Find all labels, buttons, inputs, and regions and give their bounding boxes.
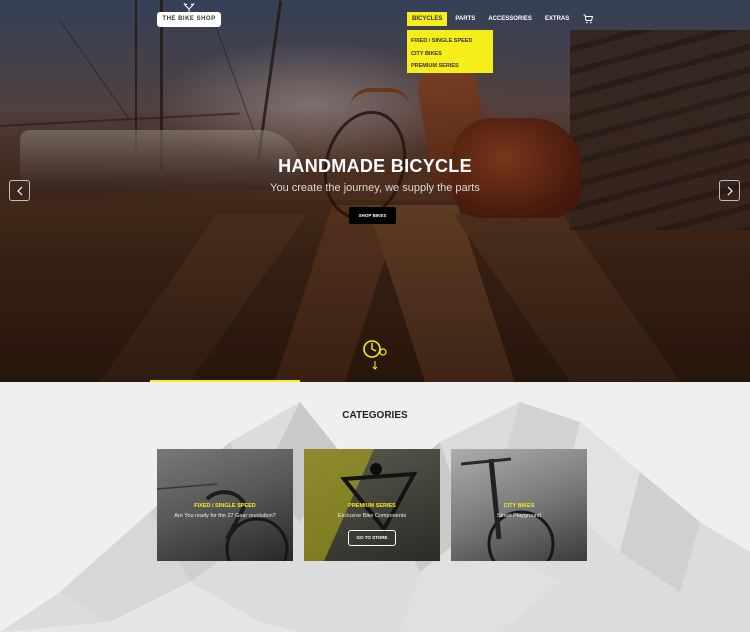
- card-text: Exclusive Bike Components: [337, 513, 407, 519]
- slider-prev-button[interactable]: [9, 180, 30, 201]
- card-title: FIXED / SINGLE SPEED: [194, 503, 256, 509]
- cart-icon[interactable]: [583, 14, 594, 24]
- categories-title: CATEGORIES: [342, 410, 408, 421]
- hero-title: HANDMADE BICYCLE: [278, 156, 472, 176]
- hero-banner: THE BIKE SHOP BICYCLES PARTS ACCESSORIES…: [0, 0, 750, 382]
- slider-next-button[interactable]: [719, 180, 740, 201]
- scroll-down-icon[interactable]: [362, 339, 388, 371]
- nav-item-bicycles[interactable]: BICYCLES: [407, 12, 448, 26]
- category-card-fixed-single-speed[interactable]: FIXED / SINGLE SPEED Are You ready for t…: [157, 449, 293, 561]
- bicycles-dropdown: FIXED / SINGLE SPEED CITY BIKES PREMIUM …: [407, 30, 493, 73]
- category-card-premium-series[interactable]: PREMIUM SERIES Exclusive Bike Components…: [304, 449, 440, 561]
- dropdown-item-fixed-single-speed[interactable]: FIXED / SINGLE SPEED: [411, 35, 489, 48]
- hero-subtitle: You create the journey, we supply the pa…: [270, 182, 480, 194]
- go-to-store-button[interactable]: GO TO STORE: [348, 530, 396, 546]
- nav-item-accessories[interactable]: ACCESSORIES: [483, 12, 537, 26]
- nav-item-parts[interactable]: PARTS: [450, 12, 480, 26]
- nav-item-extras[interactable]: EXTRAS: [540, 12, 574, 26]
- card-text: Are You ready for the 27 Gear revolution…: [174, 513, 276, 519]
- category-card-city-bikes[interactable]: CITY BIKES Street Playground: [451, 449, 587, 561]
- chevron-left-icon: [16, 186, 22, 195]
- site-logo[interactable]: THE BIKE SHOP: [157, 12, 221, 27]
- dropdown-item-city-bikes[interactable]: CITY BIKES: [411, 48, 489, 61]
- categories-section: CATEGORIES FIXED / SINGLE SPEED Are You …: [0, 382, 750, 632]
- card-title: PREMIUM SERIES: [348, 503, 396, 509]
- card-title: CITY BIKES: [503, 503, 535, 509]
- shop-bikes-button[interactable]: SHOP BIKES: [349, 207, 396, 224]
- chevron-right-icon: [727, 186, 733, 195]
- main-nav: BICYCLES PARTS ACCESSORIES EXTRAS: [407, 12, 594, 26]
- card-text: Street Playground: [496, 513, 542, 519]
- dropdown-item-premium-series[interactable]: PREMIUM SERIES: [411, 60, 489, 73]
